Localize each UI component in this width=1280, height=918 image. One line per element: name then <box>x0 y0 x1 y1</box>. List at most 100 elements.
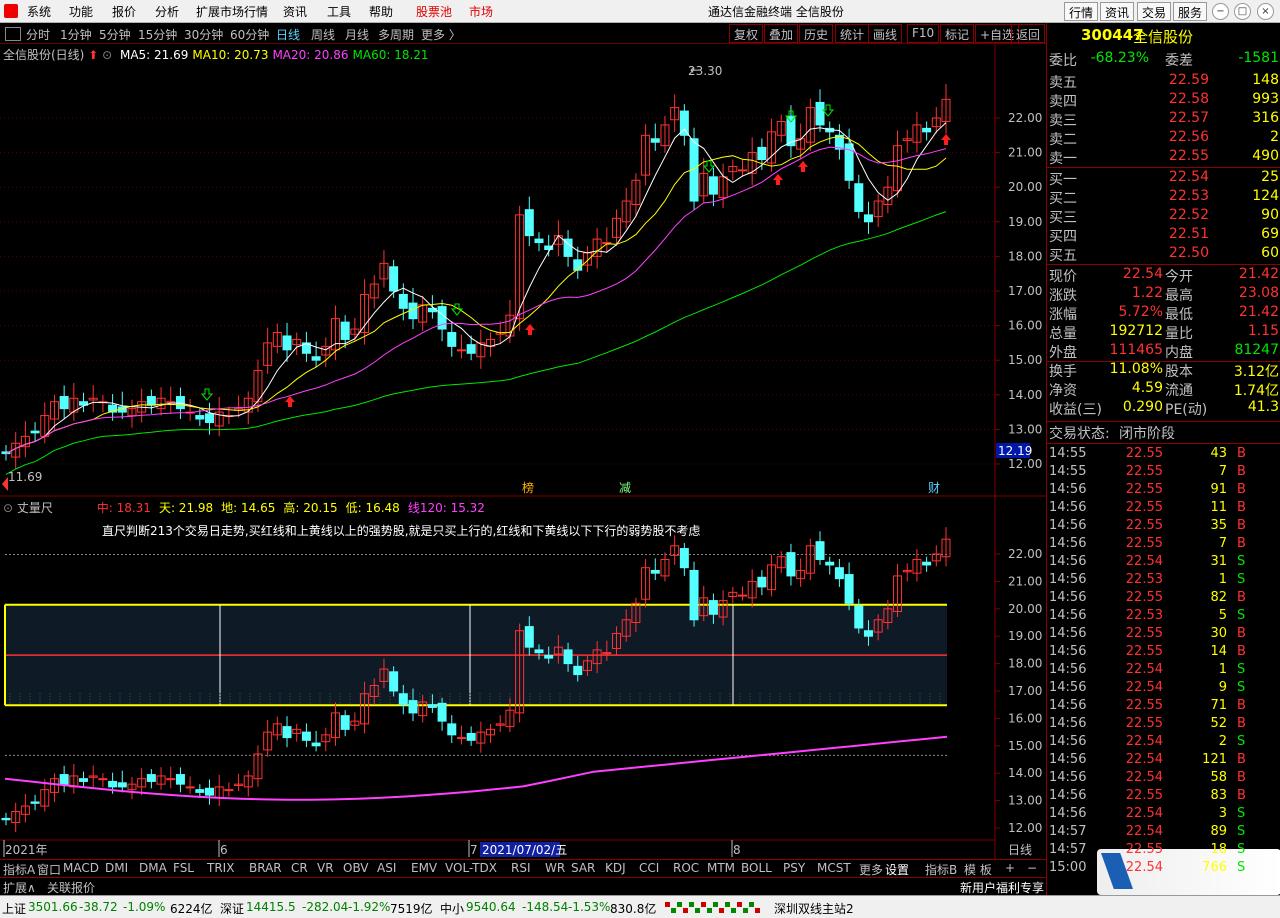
tick-row[interactable]: 14:56 22.54 31 S <box>1047 554 1280 573</box>
tick-row[interactable]: 14:56 22.55 11 B <box>1047 500 1280 519</box>
period-4[interactable]: 30分钟 <box>184 26 223 43</box>
top-btn-service[interactable]: 服务 <box>1173 2 1208 21</box>
indicator-tab-5[interactable]: FSL <box>173 861 194 875</box>
indicator-tab-16[interactable]: SAR <box>571 861 595 875</box>
tool-btn-1[interactable]: 叠加 <box>764 24 799 43</box>
menu-system[interactable]: 系统 <box>27 3 51 20</box>
tick-row[interactable]: 14:55 22.55 43 B <box>1047 446 1280 465</box>
close-icon[interactable]: × <box>1257 3 1274 20</box>
period-1[interactable]: 1分钟 <box>60 26 92 43</box>
bid-row-5[interactable]: 买五 22.50 60 <box>1047 245 1280 264</box>
indicator-tab-19[interactable]: ROC <box>673 861 699 875</box>
period-5[interactable]: 60分钟 <box>230 26 269 43</box>
kline-chart-panel[interactable]: 22.00 21.00 20.00 19.00 18.00 17.00 16.00 15.00… <box>0 44 1046 497</box>
period-3[interactable]: 15分钟 <box>138 26 177 43</box>
period-10[interactable]: 更多 〉 <box>421 26 461 43</box>
indicator-tab-7[interactable]: BRAR <box>249 861 282 875</box>
menu-market[interactable]: 市场 <box>469 3 493 20</box>
bid-row-1[interactable]: 买一 22.54 25 <box>1047 169 1280 188</box>
indicator-right-3[interactable]: − <box>1027 861 1037 875</box>
indicator-tab-17[interactable]: KDJ <box>605 861 626 875</box>
tick-row[interactable]: 14:56 22.54 1 S <box>1047 662 1280 681</box>
period-6[interactable]: 日线 <box>276 26 300 43</box>
indicator-tab-24[interactable]: 更多 <box>859 861 883 878</box>
ruler-chart[interactable]: 22.00 21.00 20.00 19.00 18.00 17.00 16.00 15.00… <box>0 497 1046 859</box>
tick-row[interactable]: 14:56 22.54 58 B <box>1047 770 1280 789</box>
indicator-tab-22[interactable]: PSY <box>783 861 805 875</box>
top-btn-quote[interactable]: 行情 <box>1064 2 1099 21</box>
tick-row[interactable]: 15:00 22.54 766 S <box>1047 860 1280 879</box>
menu-stock-pool[interactable]: 股票池 <box>416 3 452 20</box>
expand-button[interactable]: 扩展∧ <box>3 879 36 896</box>
indicator-tab-11[interactable]: ASI <box>377 861 396 875</box>
minimize-icon[interactable]: − <box>1212 3 1229 20</box>
tick-row[interactable]: 14:56 22.55 91 B <box>1047 482 1280 501</box>
indicator-right-2[interactable]: + <box>1005 861 1015 875</box>
menu-help[interactable]: 帮助 <box>369 3 393 20</box>
indicator-tab-4[interactable]: DMA <box>139 861 167 875</box>
indicator-tab-9[interactable]: VR <box>317 861 334 875</box>
tool-btn-8[interactable]: 返回 <box>1011 24 1046 43</box>
period-8[interactable]: 月线 <box>345 26 369 43</box>
indicator-tab-10[interactable]: OBV <box>343 861 369 875</box>
menu-news[interactable]: 资讯 <box>283 3 307 20</box>
indicator-tab-1[interactable]: 窗口 <box>37 861 61 878</box>
indicator-tab-12[interactable]: EMV <box>411 861 437 875</box>
period-2[interactable]: 5分钟 <box>99 26 131 43</box>
indicator-tab-15[interactable]: WR <box>545 861 565 875</box>
ask-row-1[interactable]: 卖五 22.59 148 <box>1047 72 1280 91</box>
indicator-right-1[interactable]: 模 板 <box>964 861 992 878</box>
expand-icon[interactable]: ⊙ <box>102 48 112 62</box>
menu-ext-market[interactable]: 扩展市场行情 <box>196 3 268 20</box>
indicator-tab-23[interactable]: MCST <box>817 861 851 875</box>
tool-btn-3[interactable]: 统计 <box>835 24 870 43</box>
indicator-tab-20[interactable]: MTM <box>707 861 735 875</box>
tool-btn-6[interactable]: 标记 <box>940 24 975 43</box>
menu-tools[interactable]: 工具 <box>327 3 351 20</box>
tick-row[interactable]: 14:57 22.54 89 S <box>1047 824 1280 843</box>
ruler-indicator-panel[interactable]: 22.00 21.00 20.00 19.00 18.00 17.00 16.00 15.00… <box>0 497 1046 859</box>
related-quote-tab[interactable]: 关联报价 <box>47 879 95 896</box>
ask-row-3[interactable]: 卖三 22.57 316 <box>1047 110 1280 129</box>
tool-btn-4[interactable]: 画线 <box>868 24 903 43</box>
ask-row-4[interactable]: 卖二 22.56 2 <box>1047 129 1280 148</box>
period-7[interactable]: 周线 <box>311 26 335 43</box>
top-btn-trade[interactable]: 交易 <box>1137 2 1172 21</box>
tick-row[interactable]: 14:55 22.55 7 B <box>1047 464 1280 483</box>
bid-row-4[interactable]: 买四 22.51 69 <box>1047 226 1280 245</box>
menu-analysis[interactable]: 分析 <box>155 3 179 20</box>
kline-chart[interactable]: 22.00 21.00 20.00 19.00 18.00 17.00 16.00 15.00… <box>0 44 1046 497</box>
indicator-tab-6[interactable]: TRIX <box>207 861 234 875</box>
indicator-tab-0[interactable]: 指标A <box>3 861 35 878</box>
tick-row[interactable]: 14:56 22.54 2 S <box>1047 734 1280 753</box>
tick-row[interactable]: 14:56 22.54 121 B <box>1047 752 1280 771</box>
period-9[interactable]: 多周期 <box>378 26 414 43</box>
new-user-welfare-link[interactable]: 新用户福利专享 <box>960 879 1044 896</box>
tick-row[interactable]: 14:56 22.54 9 S <box>1047 680 1280 699</box>
tick-row[interactable]: 14:57 22.55 18 S <box>1047 842 1280 861</box>
maximize-icon[interactable]: □ <box>1234 3 1251 20</box>
tick-row[interactable]: 14:56 22.54 3 S <box>1047 806 1280 825</box>
tick-row[interactable]: 14:56 22.55 71 B <box>1047 698 1280 717</box>
menu-function[interactable]: 功能 <box>69 3 93 20</box>
tick-row[interactable]: 14:56 22.55 30 B <box>1047 626 1280 645</box>
tick-row[interactable]: 14:56 22.53 1 S <box>1047 572 1280 591</box>
tool-btn-5[interactable]: F10 <box>907 24 940 43</box>
indicator-tab-2[interactable]: MACD <box>63 861 99 875</box>
expand-icon[interactable]: ⊙ <box>3 501 13 515</box>
period-0[interactable]: 分时 <box>26 26 50 43</box>
indicator-tab-8[interactable]: CR <box>291 861 308 875</box>
indicator-tab-14[interactable]: RSI <box>511 861 531 875</box>
tick-row[interactable]: 14:56 22.55 7 B <box>1047 536 1280 555</box>
period-toggle-icon[interactable] <box>5 27 21 41</box>
bid-row-3[interactable]: 买三 22.52 90 <box>1047 207 1280 226</box>
top-btn-news[interactable]: 资讯 <box>1100 2 1135 21</box>
indicator-right-0[interactable]: 指标B <box>925 861 957 878</box>
ask-row-5[interactable]: 卖一 22.55 490 <box>1047 148 1280 167</box>
tick-row[interactable]: 14:56 22.55 35 B <box>1047 518 1280 537</box>
indicator-tab-13[interactable]: VOL-TDX <box>445 861 497 875</box>
tick-row[interactable]: 14:56 22.55 83 B <box>1047 788 1280 807</box>
indicator-tab-21[interactable]: BOLL <box>741 861 772 875</box>
indicator-tab-18[interactable]: CCI <box>639 861 659 875</box>
tick-row[interactable]: 14:56 22.55 82 B <box>1047 590 1280 609</box>
